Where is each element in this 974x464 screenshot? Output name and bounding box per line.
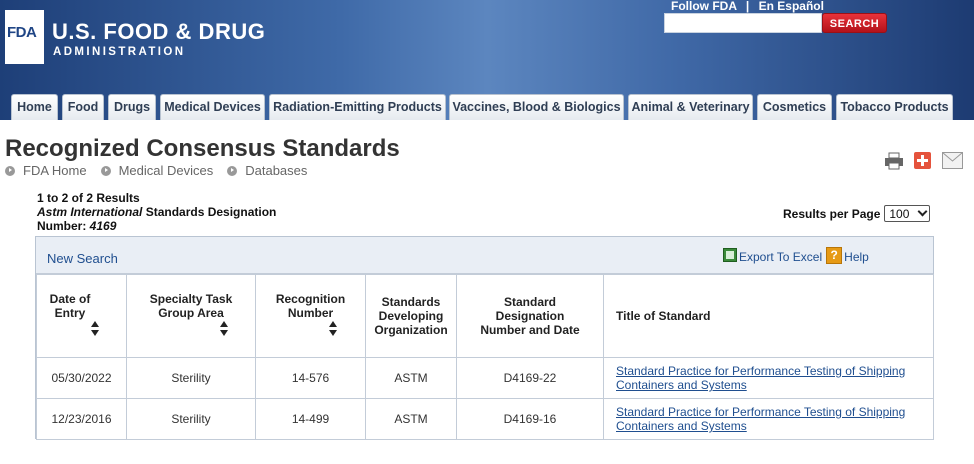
column-header-label: Recognition Number <box>275 292 346 320</box>
export-help-group: Export To Excel ? Help <box>723 247 869 264</box>
column-header-standards-developing-organization: Standards Developing Organization <box>365 274 457 358</box>
cell-area: Sterility <box>126 357 256 399</box>
cell-org: ASTM <box>365 357 457 399</box>
cell-title: Standard Practice for Performance Testin… <box>603 357 934 399</box>
column-header-label: Date of Entry <box>49 292 91 320</box>
column-header-label: Specialty Task Group Area <box>149 292 233 320</box>
fda-logo-mark[interactable]: FDA <box>5 10 44 64</box>
results-panel: New Search Export To Excel ? Help Date o… <box>35 236 934 440</box>
results-toolbar: New Search Export To Excel ? Help <box>36 237 933 274</box>
results-number: Number: 4169 <box>37 219 276 233</box>
results-per-page-label: Results per Page <box>783 206 881 221</box>
en-espanol-link[interactable]: En Español <box>759 0 824 13</box>
standard-title-link[interactable]: Standard Practice for Performance Testin… <box>616 405 905 433</box>
column-header-label: Title of Standard <box>616 309 711 323</box>
breadcrumb-arrow-icon <box>227 165 238 176</box>
results-per-page-value: 100 <box>889 206 910 221</box>
column-header-date-of-entry[interactable]: Date of Entry <box>36 274 127 358</box>
cell-title: Standard Practice for Performance Testin… <box>603 398 934 440</box>
chevron-down-icon <box>917 206 928 217</box>
breadcrumb-arrow-icon <box>5 165 15 176</box>
follow-fda-link[interactable]: Follow FDA <box>671 0 737 13</box>
table-header-row: Date of Entry Specialty Task Group Area … <box>36 274 934 358</box>
results-designation: Astm International Standards Designation <box>37 205 276 219</box>
search-input[interactable] <box>664 13 822 33</box>
breadcrumb-medical-devices[interactable]: Medical Devices <box>119 163 214 178</box>
cell-date: 12/23/2016 <box>36 398 127 440</box>
breadcrumb-fda-home[interactable]: FDA Home <box>23 163 87 178</box>
new-search-link[interactable]: New Search <box>47 251 118 266</box>
results-per-page: Results per Page 100 <box>783 205 931 222</box>
tab-food[interactable]: Food <box>62 94 104 120</box>
cell-designation: D4169-22 <box>456 357 604 399</box>
main-nav: Home Food Drugs Medical Devices Radiatio… <box>0 94 974 120</box>
tab-animal-veterinary[interactable]: Animal & Veterinary <box>628 94 753 120</box>
search-button[interactable]: SEARCH <box>822 13 887 33</box>
cell-area: Sterility <box>126 398 256 440</box>
results-per-page-select[interactable]: 100 <box>884 205 931 222</box>
breadcrumb: FDA Home Medical Devices Databases <box>5 163 321 178</box>
logo-subtitle: ADMINISTRATION <box>53 46 186 58</box>
column-header-specialty-task-group-area[interactable]: Specialty Task Group Area <box>126 274 256 358</box>
site-header: FDA U.S. FOOD & DRUG ADMINISTRATION Foll… <box>0 0 974 120</box>
cell-designation: D4169-16 <box>456 398 604 440</box>
cell-recognition: 14-499 <box>255 398 366 440</box>
excel-icon[interactable] <box>723 248 737 262</box>
logo-mark-text: FDA <box>7 24 37 41</box>
results-count: 1 to 2 of 2 Results <box>37 191 140 205</box>
tab-home[interactable]: Home <box>11 94 58 120</box>
table-row: 05/30/2022 Sterility 14-576 ASTM D4169-2… <box>36 357 934 399</box>
top-link-separator: | <box>745 0 750 13</box>
help-link[interactable]: Help <box>844 250 869 264</box>
results-table: Date of Entry Specialty Task Group Area … <box>36 274 934 440</box>
add-icon[interactable] <box>914 152 931 169</box>
standard-title-link[interactable]: Standard Practice for Performance Testin… <box>616 364 905 392</box>
column-header-title-of-standard: Title of Standard <box>603 274 934 358</box>
cell-org: ASTM <box>365 398 457 440</box>
column-header-recognition-number[interactable]: Recognition Number <box>255 274 366 358</box>
cell-date: 05/30/2022 <box>36 357 127 399</box>
table-row: 12/23/2016 Sterility 14-499 ASTM D4169-1… <box>36 398 934 440</box>
column-header-standard-designation: Standard Designation Number and Date <box>456 274 604 358</box>
export-to-excel-link[interactable]: Export To Excel <box>739 250 822 264</box>
tab-drugs[interactable]: Drugs <box>108 94 156 120</box>
logo-title[interactable]: U.S. FOOD & DRUG <box>52 19 265 45</box>
top-links: Follow FDA | En Español <box>671 0 824 13</box>
tab-radiation-emitting-products[interactable]: Radiation-Emitting Products <box>269 94 446 120</box>
breadcrumb-databases[interactable]: Databases <box>245 163 307 178</box>
breadcrumb-arrow-icon <box>100 165 111 176</box>
print-icon[interactable] <box>884 152 904 170</box>
column-header-label: Standard Designation Number and Date <box>480 295 580 337</box>
results-summary: 1 to 2 of 2 Results Astm International S… <box>37 191 276 233</box>
sort-icon[interactable] <box>91 321 99 337</box>
page-title: Recognized Consensus Standards <box>5 135 400 162</box>
results-org-name: Astm International <box>37 205 143 219</box>
tab-tobacco-products[interactable]: Tobacco Products <box>836 94 953 120</box>
tab-vaccines-blood-biologics[interactable]: Vaccines, Blood & Biologics <box>449 94 624 120</box>
tab-cosmetics[interactable]: Cosmetics <box>757 94 832 120</box>
cell-recognition: 14-576 <box>255 357 366 399</box>
tab-medical-devices[interactable]: Medical Devices <box>160 94 265 120</box>
sort-icon[interactable] <box>220 321 228 337</box>
email-icon[interactable] <box>942 152 963 169</box>
results-number-value: 4169 <box>89 219 117 233</box>
help-icon[interactable]: ? <box>826 247 843 264</box>
results-number-label: Number: <box>37 219 90 233</box>
sort-icon[interactable] <box>329 321 337 337</box>
column-header-label: Standards Developing Organization <box>374 295 448 337</box>
results-designation-label: Standards Designation <box>142 205 277 219</box>
